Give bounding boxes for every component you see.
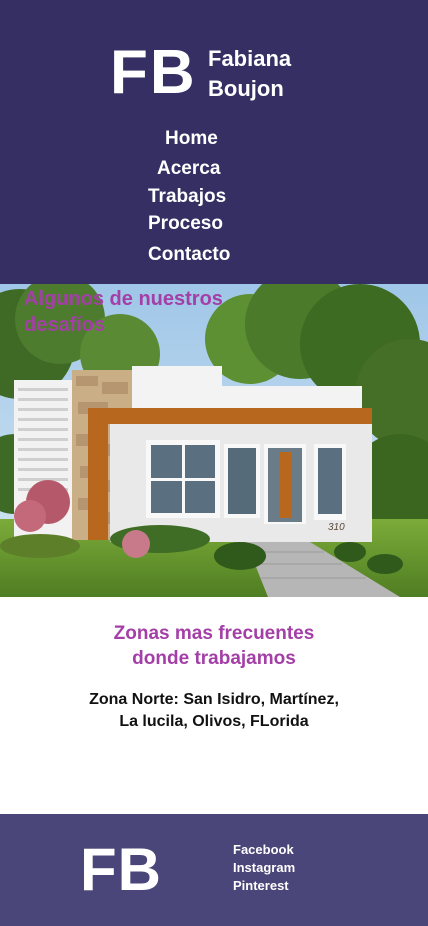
facebook-link[interactable]: Facebook [233,841,295,859]
logo[interactable]: FB [110,38,197,108]
nav-trabajos[interactable]: Trabajos [148,185,226,209]
social-links: Facebook Instagram Pinterest [233,841,295,895]
zones-description: Zona Norte: San Isidro, Martínez, La luc… [40,689,388,733]
nav-contacto[interactable]: Contacto [148,243,230,267]
pinterest-link[interactable]: Pinterest [233,877,295,895]
footer-logo[interactable]: FB [80,836,162,904]
nav-acerca[interactable]: Acerca [157,157,220,181]
site-footer: FB Facebook Instagram Pinterest [0,814,428,926]
nav-proceso[interactable]: Proceso [148,212,223,236]
hero-title: Algunos de nuestros desafíos [24,288,223,336]
zones-title-line-2: donde trabajamos [132,648,296,669]
nav-home[interactable]: Home [165,127,218,151]
zones-description-line-2: La lucila, Olivos, FLorida [119,713,309,730]
zones-section: Zonas mas frecuentes donde trabajamos Zo… [0,597,428,814]
zones-description-line-1: Zona Norte: San Isidro, Martínez, [89,691,339,708]
brand-first-name: Fabiana [208,46,292,71]
instagram-link[interactable]: Instagram [233,859,295,877]
site-header: FB Fabiana Boujon Home Acerca Trabajos P… [0,0,428,284]
zones-title: Zonas mas frecuentes donde trabajamos [0,621,428,671]
brand-name: Fabiana Boujon [208,44,291,104]
house-number: 310 [328,522,345,533]
brand-last-name: Boujon [208,76,284,101]
zones-title-line-1: Zonas mas frecuentes [113,623,315,644]
hero-section: 310 Algunos de nuestros desafíos [0,284,428,597]
